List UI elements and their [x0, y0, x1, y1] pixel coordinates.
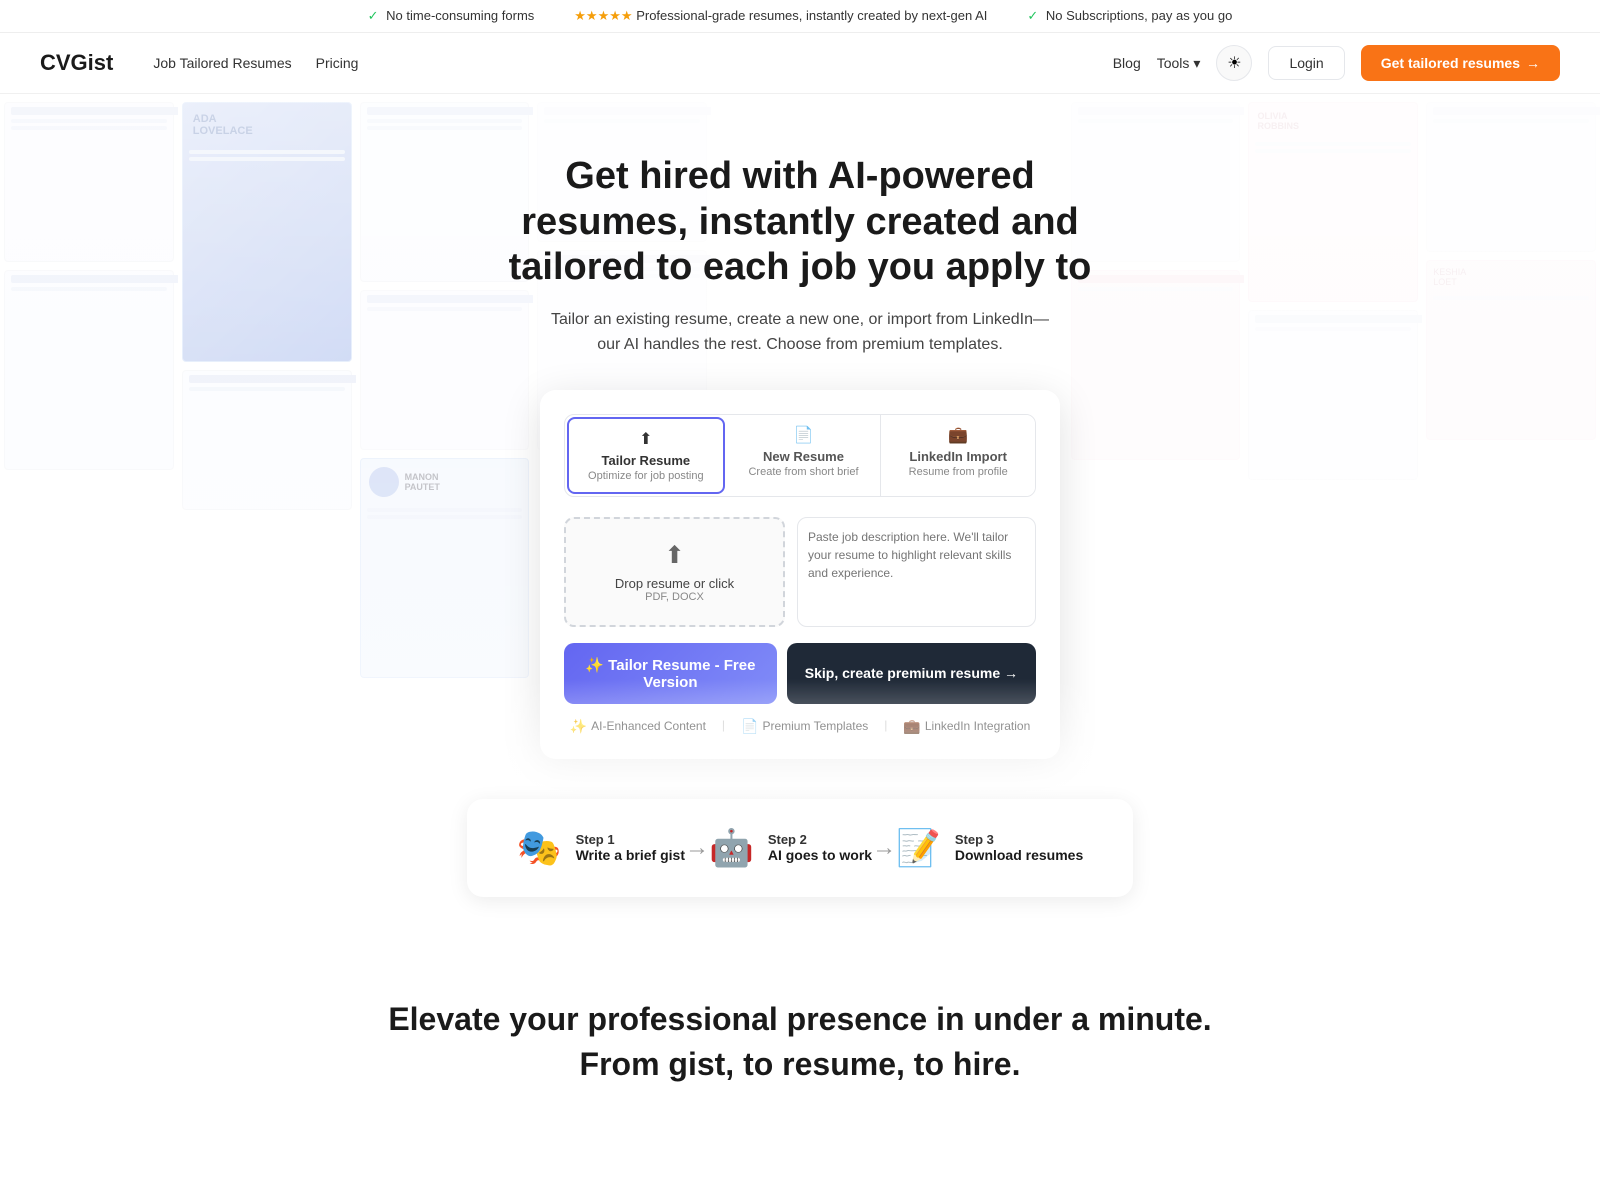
sun-icon: ☀	[1227, 53, 1241, 73]
blog-link[interactable]: Blog	[1113, 55, 1141, 71]
step1-arrow-icon: →	[685, 834, 709, 862]
tab-row: ⬆ Tailor Resume Optimize for job posting…	[564, 414, 1036, 497]
check-icon2: ✓	[1027, 8, 1038, 23]
nav-links: Job Tailored Resumes Pricing	[153, 55, 358, 71]
upload-arrow-icon: ⬆	[664, 541, 684, 570]
navbar-left: CVGist Job Tailored Resumes Pricing	[40, 50, 358, 76]
hero-title: Get hired with AI-powered resumes, insta…	[500, 154, 1100, 291]
tab-tailor-title: Tailor Resume	[602, 453, 691, 468]
banner-item2: ★★★★★ Professional-grade resumes, instan…	[574, 8, 987, 24]
job-description-input[interactable]	[797, 517, 1036, 627]
upload-icon: ⬆	[639, 429, 652, 449]
linkedin-icon: 💼	[948, 425, 968, 445]
nav-tailored-resumes[interactable]: Job Tailored Resumes	[153, 55, 291, 71]
step2-text: Step 2 AI goes to work	[768, 832, 872, 863]
nav-pricing[interactable]: Pricing	[316, 55, 359, 71]
top-banner: ✓ No time-consuming forms ★★★★★ Professi…	[0, 0, 1600, 33]
tools-dropdown[interactable]: Tools ▾	[1157, 55, 1201, 72]
step3: 📝 Step 3 Download resumes	[896, 827, 1083, 869]
upload-area: ⬆ Drop resume or click PDF, DOCX	[564, 517, 1036, 627]
step3-text: Step 3 Download resumes	[955, 832, 1083, 863]
tab-new-sub: Create from short brief	[748, 466, 858, 478]
get-tailored-resumes-button[interactable]: Get tailored resumes →	[1361, 45, 1560, 81]
step1-desc: Write a brief gist	[576, 847, 685, 863]
tab-new-title: New Resume	[763, 449, 844, 464]
steps-section: 🎭 Step 1 Write a brief gist → 🤖 Step 2 A…	[467, 799, 1134, 897]
drop-label: Drop resume or click	[615, 576, 734, 591]
hero-section: ADALOVELACE MANONPAUTET	[0, 94, 1600, 799]
step1-label: Step 1	[576, 832, 685, 847]
navbar: CVGist Job Tailored Resumes Pricing Blog…	[0, 33, 1600, 94]
stars: ★★★★★	[574, 8, 632, 23]
tab-new-resume[interactable]: 📄 New Resume Create from short brief	[727, 415, 882, 496]
step3-desc: Download resumes	[955, 847, 1083, 863]
drop-sub: PDF, DOCX	[645, 591, 704, 603]
bottom-section: Elevate your professional presence in un…	[0, 937, 1600, 1127]
tab-linkedin-sub: Resume from profile	[909, 466, 1008, 478]
tab-tailor-resume[interactable]: ⬆ Tailor Resume Optimize for job posting	[567, 417, 725, 494]
theme-toggle[interactable]: ☀	[1216, 45, 1252, 81]
tab-tailor-sub: Optimize for job posting	[588, 470, 704, 482]
step1-text: Step 1 Write a brief gist	[576, 832, 685, 863]
step3-icon: 📝	[896, 827, 941, 869]
step2-desc: AI goes to work	[768, 847, 872, 863]
step2-icon: 🤖	[709, 827, 754, 869]
tab-linkedin-import[interactable]: 💼 LinkedIn Import Resume from profile	[881, 415, 1035, 496]
step3-label: Step 3	[955, 832, 1083, 847]
document-icon: 📄	[794, 425, 814, 445]
banner-item3: ✓ No Subscriptions, pay as you go	[1027, 8, 1232, 24]
step2: 🤖 Step 2 AI goes to work	[709, 827, 872, 869]
cta-arrow-icon: →	[1526, 55, 1540, 71]
login-button[interactable]: Login	[1268, 46, 1344, 80]
bottom-title: Elevate your professional presence in un…	[20, 997, 1580, 1087]
step1-icon: 🎭	[517, 827, 562, 869]
cta-label: Get tailored resumes	[1381, 55, 1520, 71]
step2-label: Step 2	[768, 832, 872, 847]
tools-label: Tools	[1157, 55, 1190, 71]
tab-linkedin-title: LinkedIn Import	[909, 449, 1007, 464]
drop-zone[interactable]: ⬆ Drop resume or click PDF, DOCX	[564, 517, 785, 627]
hero-subtitle: Tailor an existing resume, create a new …	[540, 307, 1060, 358]
step2-arrow-icon: →	[872, 834, 896, 862]
banner-item1: ✓ No time-consuming forms	[368, 8, 535, 24]
step1: 🎭 Step 1 Write a brief gist	[517, 827, 685, 869]
tools-chevron-icon: ▾	[1193, 55, 1200, 72]
logo[interactable]: CVGist	[40, 50, 113, 76]
navbar-right: Blog Tools ▾ ☀ Login Get tailored resume…	[1113, 45, 1560, 81]
check-icon1: ✓	[368, 8, 379, 23]
